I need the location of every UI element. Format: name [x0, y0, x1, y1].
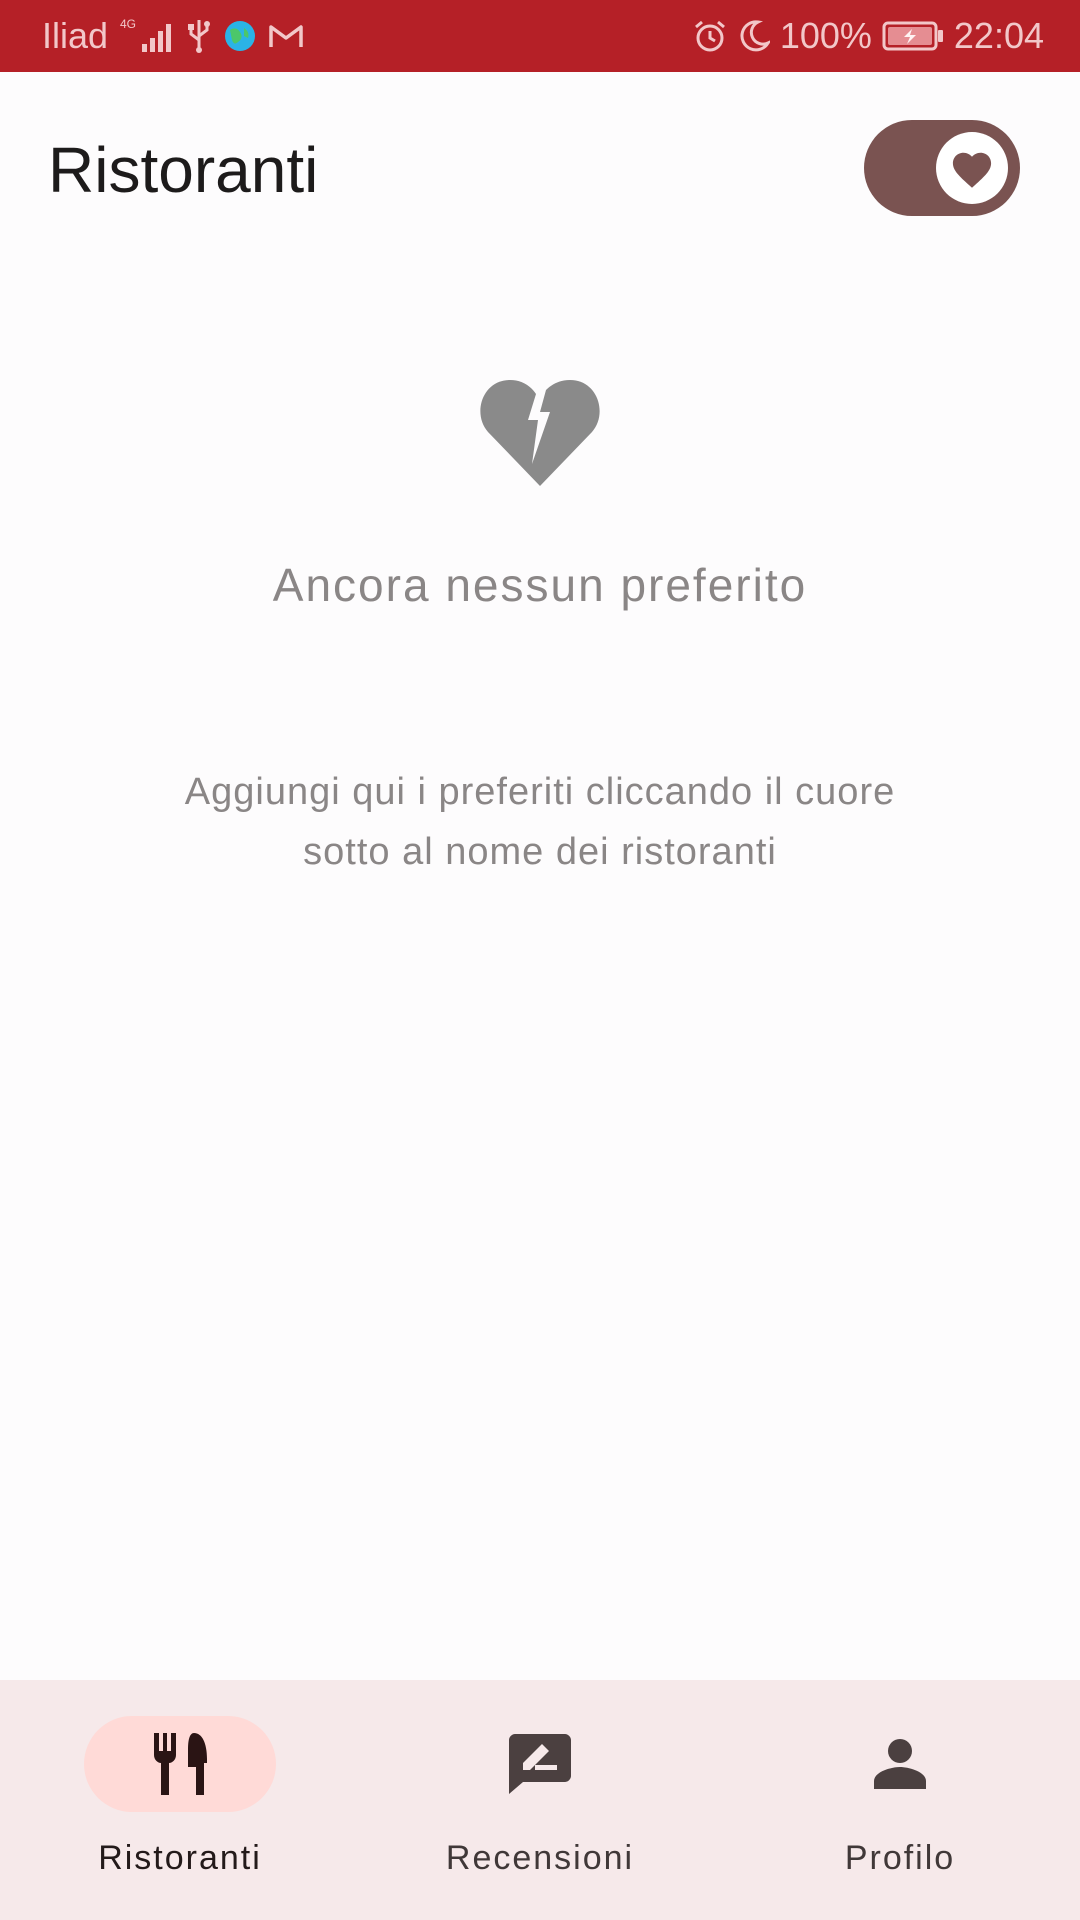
nav-icon-container: [804, 1716, 996, 1812]
alarm-icon: [692, 18, 728, 54]
globe-app-icon: [224, 20, 256, 52]
nav-icon-container: [444, 1716, 636, 1812]
nav-active-indicator: [84, 1716, 276, 1812]
favorites-toggle[interactable]: [864, 120, 1020, 216]
status-right: 100% 22:04: [692, 15, 1044, 57]
status-left: Iliad 4G: [42, 15, 304, 57]
nav-item-ristoranti[interactable]: Ristoranti: [0, 1680, 360, 1920]
person-icon: [874, 1739, 926, 1789]
nav-item-profilo[interactable]: Profilo: [720, 1680, 1080, 1920]
gmail-icon: [268, 22, 304, 50]
empty-state-title: Ancora nessun preferito: [272, 559, 808, 611]
rate-review-icon: [509, 1734, 571, 1794]
battery-charging-icon: [882, 20, 944, 52]
battery-percent: 100%: [779, 15, 872, 56]
carrier-name: Iliad: [42, 15, 109, 56]
do-not-disturb-moon-icon: [738, 19, 770, 53]
nav-label-ristoranti: Ristoranti: [98, 1839, 262, 1877]
restaurant-icon: [154, 1733, 207, 1795]
nav-label-recensioni: Recensioni: [445, 1839, 635, 1877]
clock: 22:04: [953, 15, 1044, 56]
nav-label-profilo: Profilo: [844, 1839, 956, 1877]
network-type: 4G: [120, 17, 136, 31]
heart-icon: [952, 152, 992, 188]
page-title: Ristoranti: [48, 134, 319, 206]
nav-item-recensioni[interactable]: Recensioni: [360, 1680, 720, 1920]
status-bar: Iliad 4G 100% 22:04: [0, 0, 1080, 72]
empty-state-message: Aggiungi qui i preferiti cliccando il cu…: [184, 771, 896, 873]
signal-icon: 4G: [120, 16, 174, 56]
usb-icon: [186, 18, 212, 54]
bottom-navigation: Ristoranti Recensioni Profilo: [0, 1680, 1080, 1920]
heart-broken-icon: [480, 380, 600, 486]
toggle-knob: [936, 132, 1008, 204]
